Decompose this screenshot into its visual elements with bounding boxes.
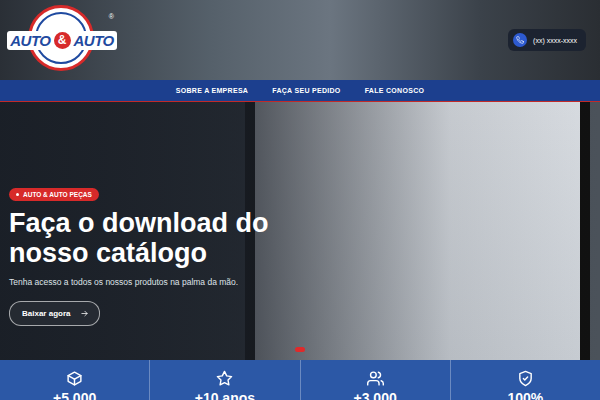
registered-mark: ® [109, 13, 114, 20]
nav-item[interactable]: FALE CONOSCO [365, 87, 425, 94]
stat-value: +3.000 [354, 391, 397, 400]
carousel-dots [0, 347, 600, 352]
stat-value: +10 anos [195, 391, 255, 400]
hero-content: AUTO & AUTO PEÇAS Faça o download do noss… [9, 188, 592, 325]
site-header: AUTO&AUTO ® (xx) xxxx-xxxx [0, 0, 600, 80]
carousel-dot[interactable] [295, 347, 305, 352]
logo[interactable]: AUTO&AUTO ® [8, 5, 116, 75]
logo-word: AUTO [10, 32, 50, 49]
phone-icon [516, 36, 524, 44]
hero-subtitle: Tenha acesso a todos os nossos produtos … [9, 277, 238, 287]
logo-wordmark: AUTO&AUTO [7, 31, 116, 50]
logo-ampersand: & [54, 32, 71, 49]
stat-item: +5.000 [0, 360, 149, 400]
phone-button[interactable]: (xx) xxxx-xxxx [508, 29, 586, 51]
hero-title: Faça o download do nosso catálogo [9, 209, 309, 268]
nav-item[interactable]: SOBRE A EMPRESA [176, 87, 248, 94]
hero-badge: AUTO & AUTO PEÇAS [9, 188, 99, 201]
stat-value: +5.000 [53, 391, 96, 400]
users-icon [367, 370, 384, 387]
box-icon [66, 370, 83, 387]
arrow-right-icon [80, 309, 89, 318]
phone-number: (xx) xxxx-xxxx [533, 37, 577, 44]
phone-circle [513, 33, 527, 47]
stat-item: +10 anos [149, 360, 299, 400]
logo-word: AUTO [74, 32, 114, 49]
star-icon [216, 370, 233, 387]
stat-item: 100% [450, 360, 600, 400]
shield-check-icon [517, 370, 534, 387]
button-label: Baixar agora [22, 309, 70, 318]
stat-value: 100% [507, 391, 543, 400]
stat-item: +3.000 [300, 360, 450, 400]
main-nav: SOBRE A EMPRESA FAÇA SEU PEDIDO FALE CONOS… [0, 80, 600, 102]
hero-banner: AUTO & AUTO PEÇAS Faça o download do noss… [0, 102, 600, 360]
nav-item[interactable]: FAÇA SEU PEDIDO [272, 87, 340, 94]
download-button[interactable]: Baixar agora [9, 301, 100, 326]
stats-strip: +5.000 +10 anos +3.000 100% [0, 360, 600, 400]
badge-dot [16, 193, 19, 196]
badge-label: AUTO & AUTO PEÇAS [23, 191, 92, 198]
